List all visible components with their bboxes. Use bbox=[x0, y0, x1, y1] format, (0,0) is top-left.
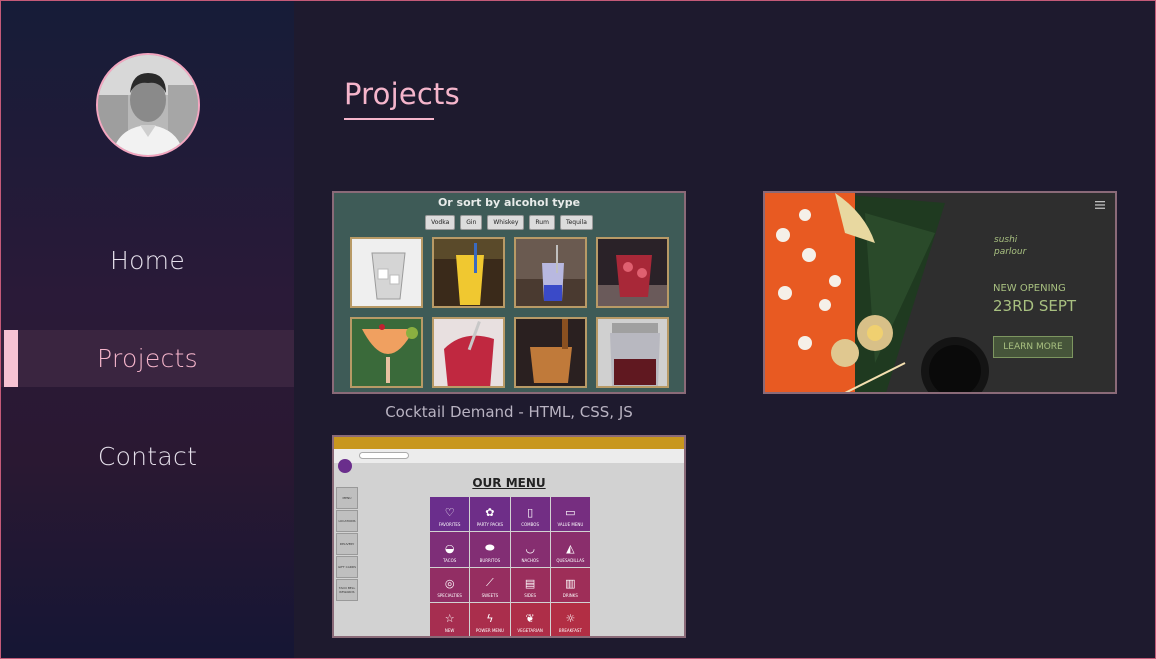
drink-tile bbox=[514, 317, 587, 388]
nachos-icon: ◡ bbox=[525, 541, 535, 555]
drink-tile bbox=[350, 317, 423, 388]
menu-cell-label: VALUE MENU bbox=[557, 522, 584, 528]
money-icon: ▭ bbox=[565, 506, 576, 520]
leaf-icon: ❦ bbox=[525, 612, 535, 625]
sweets-icon: ⟋ bbox=[486, 575, 494, 589]
filter-whiskey: Whiskey bbox=[487, 215, 525, 230]
drink-tile bbox=[432, 237, 505, 308]
menu-cell: ❦ VEGETARIAN bbox=[510, 602, 550, 636]
menu-cell: ▥ DRINKS bbox=[550, 567, 590, 602]
sun-icon: ☼ bbox=[565, 612, 576, 625]
project-card-taco[interactable]: OUR MENU MENU LOCATIONS DELIVERY GIFT CA… bbox=[332, 435, 686, 638]
drink-tile bbox=[432, 317, 505, 388]
star-icon: ☆ bbox=[444, 612, 455, 625]
menu-cell-label: BURRITOS bbox=[479, 557, 501, 563]
menu-cell: ◡ NACHOS bbox=[510, 532, 550, 567]
taco-logo-icon bbox=[338, 459, 352, 473]
menu-cell-label: QUESADILLAS bbox=[556, 557, 585, 563]
hamburger-icon bbox=[1095, 201, 1105, 209]
drink-tile bbox=[350, 237, 423, 308]
sidebar: Home Projects Contact bbox=[1, 1, 294, 658]
quesadilla-icon: ◭ bbox=[566, 541, 575, 555]
project-card-cocktail[interactable]: Or sort by alcohol type Vodka Gin Whiske… bbox=[332, 191, 686, 394]
filter-tequila: Tequila bbox=[559, 215, 593, 230]
menu-cell: ▭ VALUE MENU bbox=[550, 497, 590, 532]
taco-side-tab: MENU bbox=[336, 487, 358, 509]
menu-cell-label: SIDES bbox=[524, 592, 537, 598]
page-title: Projects bbox=[344, 77, 460, 111]
cocktail-heading: Or sort by alcohol type bbox=[437, 196, 581, 209]
taco-side-tab: LOCATIONS bbox=[336, 510, 358, 532]
learn-more-button: LEARN MORE bbox=[993, 336, 1073, 358]
filter-gin: Gin bbox=[460, 215, 483, 230]
menu-cell-label: DRINKS bbox=[562, 592, 578, 598]
menu-cell: ▤ SIDES bbox=[510, 567, 550, 602]
menu-cell-label: SPECIALTIES bbox=[437, 592, 462, 598]
profile-photo bbox=[98, 55, 198, 155]
active-marker bbox=[4, 330, 18, 387]
party-icon: ✿ bbox=[485, 506, 495, 520]
taco-side-tab: GIFT CARDS bbox=[336, 556, 358, 578]
nav-projects[interactable]: Projects bbox=[1, 330, 294, 387]
menu-cell-label: PARTY PACKS bbox=[476, 522, 504, 528]
menu-cell: ϟ POWER MENU bbox=[470, 602, 510, 636]
heart-icon: ♡ bbox=[444, 506, 455, 520]
sushi-date: 23RD SEPT bbox=[993, 297, 1077, 315]
taco-side-tab: DELIVERY bbox=[336, 533, 358, 555]
menu-cell-label: POWER MENU bbox=[475, 628, 504, 633]
menu-cell-label: SWEETS bbox=[481, 592, 499, 598]
menu-cell-label: TACOS bbox=[442, 557, 457, 563]
menu-cell: ♡ FAVORITES bbox=[430, 497, 470, 532]
sushi-logo-line1: sushi bbox=[994, 235, 1018, 245]
taco-icon: ◒ bbox=[444, 541, 455, 555]
cocktail-filters: Vodka Gin Whiskey Rum Tequila bbox=[334, 215, 684, 230]
menu-cell: ☼ BREAKFAST bbox=[550, 602, 590, 636]
taco-topbar bbox=[334, 437, 684, 449]
drink-tile bbox=[596, 237, 669, 308]
burrito-icon: ⬬ bbox=[485, 540, 495, 554]
menu-cell-label: BREAKFAST bbox=[558, 628, 582, 633]
menu-cell-label: NEW bbox=[444, 628, 455, 633]
menu-cell: ⟋ SWEETS bbox=[470, 567, 510, 602]
drink-tile bbox=[514, 237, 587, 308]
menu-cell: ✿ PARTY PACKS bbox=[470, 497, 510, 532]
menu-cell: ◎ SPECIALTIES bbox=[430, 567, 470, 602]
sides-icon: ▤ bbox=[524, 576, 536, 590]
menu-cell: ◭ QUESADILLAS bbox=[550, 532, 590, 567]
sushi-logo-line2: parlour bbox=[994, 247, 1027, 257]
project-card-sushi[interactable]: sushi parlour NEW OPENING 23RD SEPT LEAR… bbox=[763, 191, 1117, 394]
specialty-icon: ◎ bbox=[444, 576, 455, 590]
nav-home[interactable]: Home bbox=[1, 232, 294, 289]
filter-vodka: Vodka bbox=[425, 215, 456, 230]
taco-search-input bbox=[359, 452, 409, 459]
drink-icon: ▥ bbox=[565, 576, 576, 590]
nav-contact[interactable]: Contact bbox=[1, 428, 294, 485]
menu-cell: ▯ COMBOS bbox=[510, 497, 550, 532]
menu-cell-label: FAVORITES bbox=[438, 522, 461, 528]
taco-navrow bbox=[334, 449, 684, 463]
taco-menu-grid: ♡ FAVORITES ✿ PARTY PACKS ▯ COMBOS ▭ VALUE M… bbox=[430, 497, 590, 636]
lightning-icon: ϟ bbox=[486, 612, 494, 625]
menu-cell: ⬬ BURRITOS bbox=[470, 532, 510, 567]
nav-projects-label: Projects bbox=[97, 344, 198, 373]
taco-side-tab: TACO BELL REWARDS bbox=[336, 579, 358, 601]
filter-rum: Rum bbox=[529, 215, 555, 230]
cup-icon: ▯ bbox=[527, 506, 534, 520]
nav-contact-label: Contact bbox=[97, 442, 198, 471]
menu-cell-label: COMBOS bbox=[521, 522, 539, 528]
menu-cell-label: VEGETARIAN bbox=[517, 628, 543, 633]
nav-home-label: Home bbox=[109, 246, 186, 275]
menu-cell: ☆ NEW bbox=[430, 602, 470, 636]
sushi-announcement: NEW OPENING bbox=[993, 283, 1066, 294]
avatar bbox=[96, 53, 200, 157]
project-caption-cocktail: Cocktail Demand - HTML, CSS, JS bbox=[385, 403, 633, 421]
menu-cell: ◒ TACOS bbox=[430, 532, 470, 567]
drink-tile bbox=[596, 317, 669, 388]
taco-menu-title: OUR MENU bbox=[472, 476, 546, 490]
title-underline bbox=[344, 118, 434, 120]
menu-cell-label: NACHOS bbox=[521, 557, 539, 563]
